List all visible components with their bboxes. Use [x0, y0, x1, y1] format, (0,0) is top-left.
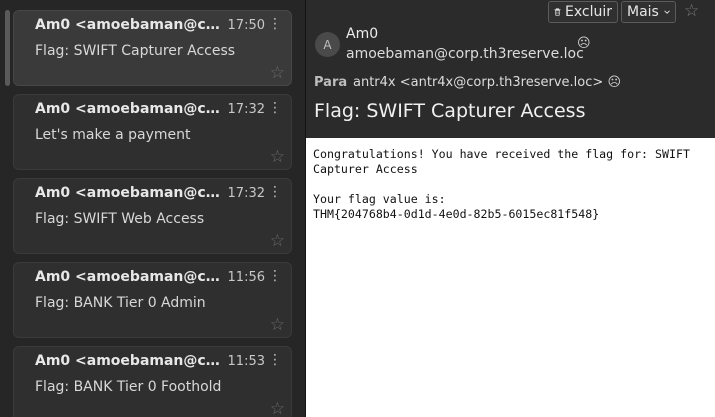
message-sender: Am0 <amoebaman@corp.th3reserve.loc> — [35, 353, 225, 369]
kebab-menu-icon[interactable]: ⋮ — [268, 100, 282, 116]
recipient-address: antr4x <antr4x@corp.th3reserve.loc> — [353, 75, 604, 90]
message-reader: Excluir Mais ☆ A Am0 amoebaman@corp.th3r… — [306, 0, 715, 417]
star-icon[interactable]: ☆ — [270, 315, 285, 335]
more-button[interactable]: Mais — [621, 1, 676, 23]
message-title: Flag: SWIFT Capturer Access — [314, 100, 586, 122]
star-icon[interactable]: ☆ — [270, 231, 285, 251]
from-address[interactable]: amoebaman@corp.th3reserve.loc — [346, 46, 584, 62]
message-list: Am0 <amoebaman@corp.th3reserve.loc> 17:5… — [0, 0, 306, 417]
message-list-item[interactable]: Am0 <amoebaman@corp.th3reserve.loc> 17:3… — [13, 94, 292, 170]
trash-icon — [554, 8, 561, 16]
message-time: 11:53 — [227, 354, 265, 369]
message-sender: Am0 <amoebaman@corp.th3reserve.loc> — [35, 101, 225, 117]
message-time: 17:50 — [227, 18, 265, 33]
message-time: 11:56 — [227, 270, 265, 285]
message-subject: Flag: BANK Tier 0 Foothold — [35, 379, 222, 395]
recipient[interactable]: antr4x <antr4x@corp.th3reserve.loc> ☹ — [353, 75, 621, 90]
to-label: Para — [314, 75, 348, 90]
sad-face-icon: ☹ — [577, 36, 591, 51]
star-icon[interactable]: ☆ — [270, 399, 285, 417]
message-list-item[interactable]: Am0 <amoebaman@corp.th3reserve.loc> 11:5… — [13, 262, 292, 338]
kebab-menu-icon[interactable]: ⋮ — [268, 352, 282, 368]
scrollbar[interactable] — [5, 10, 10, 86]
message-subject: Flag: SWIFT Capturer Access — [35, 43, 236, 59]
message-subject: Flag: SWIFT Web Access — [35, 211, 205, 227]
message-list-item[interactable]: Am0 <amoebaman@corp.th3reserve.loc> 11:5… — [13, 346, 292, 417]
message-body: Congratulations! You have received the f… — [306, 138, 715, 417]
message-subject: Flag: BANK Tier 0 Admin — [35, 295, 206, 311]
message-sender: Am0 <amoebaman@corp.th3reserve.loc> — [35, 185, 225, 201]
kebab-menu-icon[interactable]: ⋮ — [268, 268, 282, 284]
message-sender: Am0 <amoebaman@corp.th3reserve.loc> — [35, 17, 225, 33]
delete-button[interactable]: Excluir — [548, 1, 618, 23]
message-time: 17:32 — [227, 186, 265, 201]
star-icon[interactable]: ☆ — [270, 147, 285, 167]
from-name[interactable]: Am0 — [346, 26, 378, 42]
message-list-item[interactable]: Am0 <amoebaman@corp.th3reserve.loc> 17:3… — [13, 178, 292, 254]
sad-face-icon: ☹ — [607, 75, 621, 90]
star-icon[interactable]: ☆ — [270, 63, 285, 83]
message-subject: Let's make a payment — [35, 127, 191, 143]
kebab-menu-icon[interactable]: ⋮ — [268, 16, 282, 32]
message-body-text: Congratulations! You have received the f… — [313, 147, 690, 221]
delete-label: Excluir — [565, 4, 612, 20]
message-time: 17:32 — [227, 102, 265, 117]
star-icon[interactable]: ☆ — [684, 1, 699, 21]
avatar: A — [315, 32, 340, 57]
chevron-down-icon — [664, 10, 670, 14]
kebab-menu-icon[interactable]: ⋮ — [268, 184, 282, 200]
message-sender: Am0 <amoebaman@corp.th3reserve.loc> — [35, 269, 225, 285]
message-list-item[interactable]: Am0 <amoebaman@corp.th3reserve.loc> 17:5… — [13, 10, 292, 86]
more-label: Mais — [627, 4, 659, 20]
